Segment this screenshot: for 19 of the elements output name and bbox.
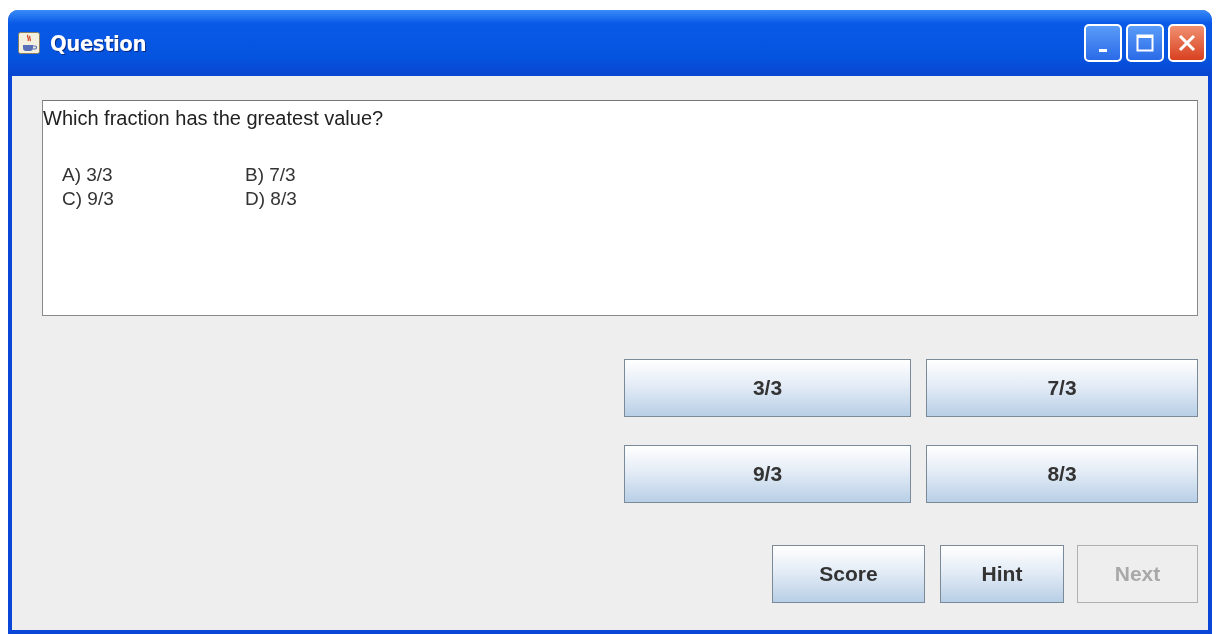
answer-button[interactable]: 9/3 [624, 445, 911, 503]
window-title: Question [50, 30, 147, 56]
minimize-button[interactable] [1084, 24, 1122, 62]
minimize-icon [1099, 48, 1107, 52]
answer-choice: C) 9/3 [62, 188, 115, 210]
maximize-button[interactable] [1126, 24, 1164, 62]
answer-button[interactable]: 7/3 [926, 359, 1198, 417]
close-icon [1178, 34, 1196, 52]
answer-button[interactable]: 8/3 [926, 445, 1198, 503]
question-text: Which fraction has the greatest value? [43, 107, 385, 130]
answer-choice: A) 3/3 [62, 164, 114, 186]
answer-button[interactable]: 3/3 [624, 359, 911, 417]
hint-button[interactable]: Hint [940, 545, 1064, 603]
answer-choice: D) 8/3 [245, 188, 298, 210]
cup-icon [18, 32, 40, 54]
answer-choice: B) 7/3 [245, 164, 297, 186]
maximize-icon [1136, 34, 1154, 52]
close-button[interactable] [1168, 24, 1206, 62]
score-button[interactable]: Score [772, 545, 925, 603]
